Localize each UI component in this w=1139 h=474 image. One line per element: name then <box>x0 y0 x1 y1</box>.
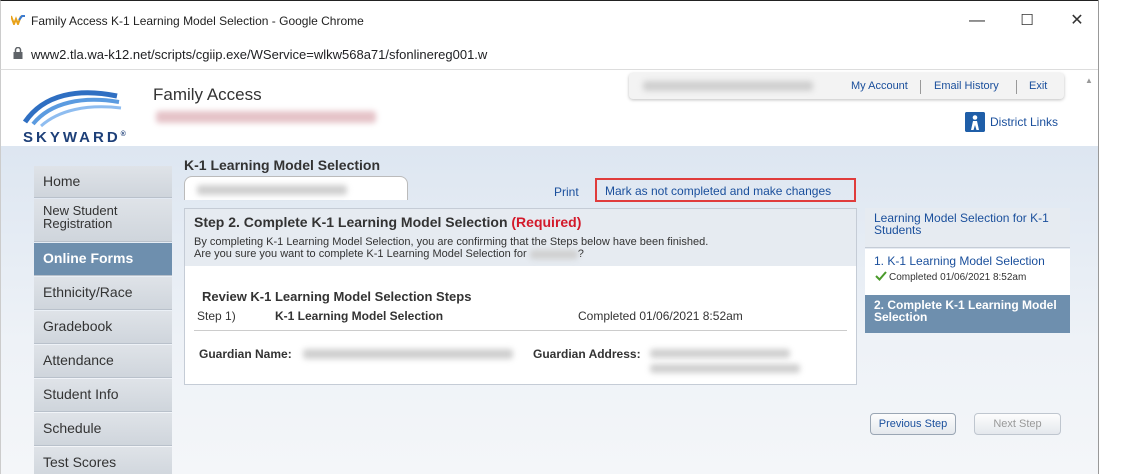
redacted-guardian-address-line2 <box>650 364 800 373</box>
step-heading: Step 2. Complete K-1 Learning Model Sele… <box>194 214 582 230</box>
redacted-school-name <box>156 111 376 123</box>
scroll-up-arrow-icon[interactable]: ▲ <box>1085 76 1093 85</box>
window-title: Family Access K-1 Learning Model Selecti… <box>31 14 364 28</box>
review-step-name: K-1 Learning Model Selection <box>275 309 444 323</box>
exit-link[interactable]: Exit <box>1029 80 1047 92</box>
required-label: (Required) <box>511 214 582 230</box>
district-links-label[interactable]: District Links <box>990 115 1058 129</box>
redacted-guardian-name <box>303 349 513 359</box>
sidebar-item-attendance[interactable]: Attendance <box>34 345 172 378</box>
maximize-button[interactable]: ☐ <box>1015 10 1039 32</box>
review-step-completed: Completed 01/06/2021 8:52am <box>578 309 743 323</box>
sidebar-item-home[interactable]: Home <box>34 166 172 198</box>
url-text[interactable]: www2.tla.wa-k12.net/scripts/cgiip.exe/WS… <box>31 47 487 62</box>
svg-text:SKYWARD®: SKYWARD® <box>23 129 129 144</box>
sidebar-item-new-student-registration[interactable]: New Student Registration <box>34 199 172 242</box>
logo-wordmark: SKYWARD <box>23 129 121 144</box>
step-panel: Step 2. Complete K-1 Learning Model Sele… <box>184 208 857 385</box>
sidebar-item-gradebook[interactable]: Gradebook <box>34 311 172 344</box>
skyward-favicon-icon <box>11 15 25 25</box>
desktop-edge <box>1098 0 1139 474</box>
sidebar-item-ethnicity-race[interactable]: Ethnicity/Race <box>34 277 172 310</box>
redacted-student-name <box>197 185 347 195</box>
lock-icon <box>13 47 23 59</box>
student-tab[interactable] <box>184 176 408 200</box>
page-header: SKYWARD® Family Access My Account Email … <box>1 70 1098 146</box>
page-title: K-1 Learning Model Selection <box>184 157 381 173</box>
redacted-guardian-address-line1 <box>650 349 790 358</box>
redacted-student-name-inline <box>529 249 578 259</box>
email-history-link[interactable]: Email History <box>934 80 999 92</box>
next-step-button[interactable]: Next Step <box>974 413 1061 435</box>
address-bar[interactable]: www2.tla.wa-k12.net/scripts/cgiip.exe/WS… <box>0 38 1098 70</box>
guardian-name-label: Guardian Name: <box>199 347 292 361</box>
browser-titlebar: Family Access K-1 Learning Model Selecti… <box>0 0 1098 38</box>
my-account-link[interactable]: My Account <box>851 80 908 92</box>
step-2-item-active[interactable]: 2. Complete K-1 Learning Model Selection <box>865 295 1070 333</box>
highlight-box: Mark as not completed and make changes <box>595 178 856 202</box>
sidebar-item-online-forms[interactable]: Online Forms <box>34 243 172 276</box>
review-step-number: Step 1) <box>197 309 236 323</box>
step-1-completed: Completed 01/06/2021 8:52am <box>889 272 1027 283</box>
step-panel-header: Step 2. Complete K-1 Learning Model Sele… <box>185 209 856 266</box>
previous-step-button[interactable]: Previous Step <box>870 413 956 435</box>
sidebar-item-schedule[interactable]: Schedule <box>34 413 172 446</box>
guardian-address-label: Guardian Address: <box>533 347 641 361</box>
close-button[interactable]: ✕ <box>1065 10 1089 32</box>
confirm-text-line2: Are you sure you want to complete K-1 Le… <box>194 248 584 260</box>
step-1-link[interactable]: 1. K-1 Learning Model Selection <box>874 254 1045 268</box>
confirm-text-line1: By completing K-1 Learning Model Selecti… <box>194 236 709 248</box>
mark-not-completed-link[interactable]: Mark as not completed and make changes <box>605 184 831 198</box>
steps-panel-heading: Learning Model Selection for K-1 Student… <box>865 208 1070 248</box>
redacted-user-name <box>643 81 813 91</box>
review-steps-title: Review K-1 Learning Model Selection Step… <box>202 289 472 304</box>
sidebar-item-test-scores[interactable]: Test Scores <box>34 447 172 474</box>
step-1-item[interactable]: 1. K-1 Learning Model Selection Complete… <box>865 249 1070 295</box>
minimize-button[interactable]: — <box>965 10 989 32</box>
sidebar-item-student-info[interactable]: Student Info <box>34 379 172 412</box>
skyward-logo: SKYWARD® <box>22 90 129 144</box>
check-icon <box>875 271 887 281</box>
person-icon <box>965 112 985 132</box>
page-content: SKYWARD® Family Access My Account Email … <box>0 70 1098 474</box>
app-title: Family Access <box>153 85 262 104</box>
top-links-bar: My Account Email History Exit <box>629 73 1064 99</box>
print-link[interactable]: Print <box>554 185 579 199</box>
